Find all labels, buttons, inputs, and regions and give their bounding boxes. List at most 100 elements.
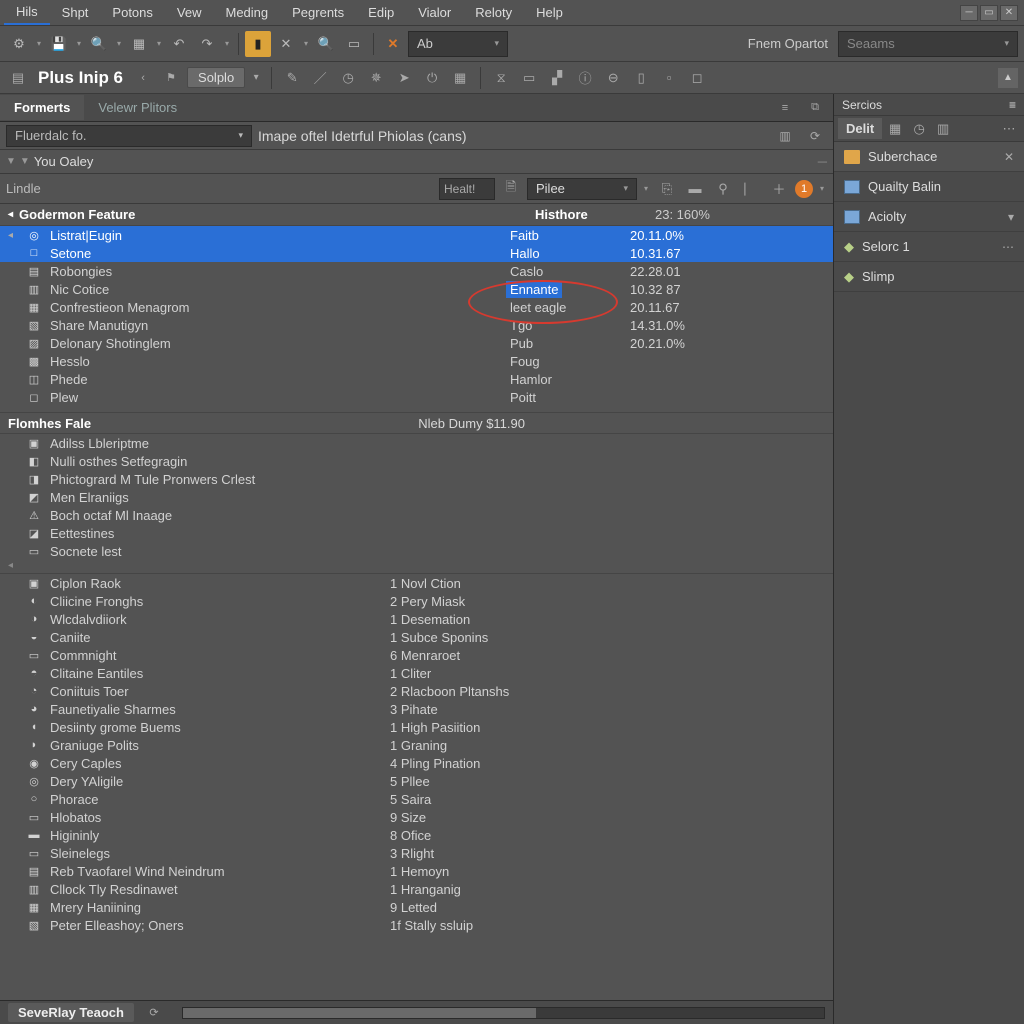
- collapse-tri2-icon[interactable]: ▼: [20, 156, 30, 167]
- notification-badge[interactable]: 1: [795, 180, 813, 198]
- list-item[interactable]: ◧Nulli osthes Setfegragin: [0, 452, 833, 470]
- pilee-dropdown[interactable]: ▾: [641, 176, 651, 202]
- list-item[interactable]: ▦Confrestieon Menagromleet eagle20.11.67: [0, 298, 833, 316]
- pen-icon[interactable]: ✎: [280, 66, 304, 90]
- tab-menu-icon[interactable]: ≡: [773, 96, 797, 120]
- list-item[interactable]: ◉Cery Caples4 Pling Pination: [0, 754, 833, 772]
- zoom-icon[interactable]: 🔍: [313, 31, 339, 57]
- gear-icon[interactable]: ⚙: [6, 31, 32, 57]
- search-combo[interactable]: Seaams▾: [838, 31, 1018, 57]
- phone-icon[interactable]: ▮: [245, 31, 271, 57]
- close-x-icon[interactable]: ✕: [380, 31, 406, 57]
- list-item[interactable]: ▣Ciplon Raok1 Novl Ction: [0, 574, 833, 592]
- wand-icon[interactable]: ✵: [364, 66, 388, 90]
- tab-formerts[interactable]: Formerts: [0, 95, 84, 120]
- doc-icon[interactable]: ▤: [6, 66, 30, 90]
- list-item[interactable]: ◨Phictogrard M Tule Pronwers Crlest: [0, 470, 833, 488]
- search-icon[interactable]: 🔍: [86, 31, 112, 57]
- copy-icon[interactable]: ⎘: [655, 177, 679, 201]
- list-item[interactable]: ◓Clitaine Eantiles1 Cliter: [0, 664, 833, 682]
- side-tab-icon3[interactable]: ▥: [932, 118, 954, 140]
- chevron-icon[interactable]: ‹: [131, 66, 155, 90]
- info-icon[interactable]: ⓘ: [573, 66, 597, 90]
- tab-velewr[interactable]: Velewr Plitors: [84, 95, 191, 120]
- side-item[interactable]: Quailty Balin: [834, 172, 1024, 202]
- maximize-button[interactable]: ▭: [980, 5, 998, 21]
- search-dropdown[interactable]: ▾: [114, 31, 124, 57]
- image-icon[interactable]: ▭: [341, 31, 367, 57]
- clock-icon[interactable]: ◷: [336, 66, 360, 90]
- calendar-dropdown[interactable]: ▾: [154, 31, 164, 57]
- list-item[interactable]: ◗Graniuge Polits1 Graning: [0, 736, 833, 754]
- list-item[interactable]: ▭Hlobatos9 Size: [0, 808, 833, 826]
- tab-link-icon[interactable]: ⧉: [803, 96, 827, 120]
- list-item[interactable]: ▧Peter Elleashoy; Oners1f Stally ssluip: [0, 916, 833, 934]
- side-item[interactable]: ◆Selorc 1⋯: [834, 232, 1024, 262]
- sub-header-end-icon[interactable]: ─: [818, 154, 827, 169]
- gear-dropdown[interactable]: ▾: [34, 31, 44, 57]
- close-icon[interactable]: ✕: [1004, 150, 1014, 164]
- type-combo[interactable]: Ab▾: [408, 31, 508, 57]
- panel-icon[interactable]: ▯: [629, 66, 653, 90]
- cut-dropdown[interactable]: ▾: [301, 31, 311, 57]
- more-icon[interactable]: ⋯: [1002, 240, 1014, 254]
- badge-dropdown[interactable]: ▾: [817, 176, 827, 202]
- monitor-icon[interactable]: ▭: [517, 66, 541, 90]
- page-icon[interactable]: ▫: [657, 66, 681, 90]
- collapse-button[interactable]: ▲: [998, 68, 1018, 88]
- chevron-down-icon[interactable]: ▾: [1008, 210, 1014, 224]
- list-item[interactable]: ▬Higininly8 Ofice: [0, 826, 833, 844]
- filter-action1-icon[interactable]: ▥: [773, 124, 797, 148]
- grid-icon[interactable]: ▦: [448, 66, 472, 90]
- pill-dropdown[interactable]: ▾: [249, 66, 263, 90]
- list-item[interactable]: □SetoneHallo10.31.67: [0, 244, 833, 262]
- list-item[interactable]: ▥Nic CoticeEnnante10.32 87: [0, 280, 833, 298]
- side-tab-overflow-icon[interactable]: ⋯: [998, 118, 1020, 140]
- section-a-header[interactable]: ◂ Godermon Feature Histhore 23: 160%: [0, 204, 833, 226]
- side-tab-icon1[interactable]: ▦: [884, 118, 906, 140]
- list-item[interactable]: ▤Reb Tvaofarel Wind Neindrum1 Hemoyn: [0, 862, 833, 880]
- menu-meding[interactable]: Meding: [213, 1, 280, 24]
- side-item[interactable]: Suberchace✕: [834, 142, 1024, 172]
- list-item[interactable]: ◑Wlcdalvdiiork1 Desemation: [0, 610, 833, 628]
- list-item[interactable]: ◩Men Elraniigs: [0, 488, 833, 506]
- list-item[interactable]: ◐Cliicine Fronghs2 Pery Miask: [0, 592, 833, 610]
- horizontal-scrollbar[interactable]: [182, 1007, 825, 1019]
- list-item[interactable]: ▤RobongiesCaslo22.28.01: [0, 262, 833, 280]
- brush-icon[interactable]: ／: [308, 66, 332, 90]
- list-item[interactable]: ◎Dery YAligile5 Pllee: [0, 772, 833, 790]
- folder-icon[interactable]: ▬: [683, 177, 707, 201]
- list-item[interactable]: ○Phorace5 Saira: [0, 790, 833, 808]
- list-item[interactable]: ◂◎Listrat|EuginFaitb20.11.0%: [0, 226, 833, 244]
- list-item[interactable]: ▧Share ManutigynTgo14.31.0%: [0, 316, 833, 334]
- tree-view[interactable]: ◂ Godermon Feature Histhore 23: 160% ◂◎L…: [0, 204, 833, 1000]
- list-item[interactable]: ▥Cllock Tly Resdinawet1 Hranganig: [0, 880, 833, 898]
- power-icon[interactable]: ⏻: [420, 66, 444, 90]
- mode-pill[interactable]: Solplo: [187, 67, 245, 88]
- menu-vialor[interactable]: Vialor: [406, 1, 463, 24]
- list-item[interactable]: ▭Sleinelegs3 Rlight: [0, 844, 833, 862]
- side-item[interactable]: Aciolty▾: [834, 202, 1024, 232]
- list-item[interactable]: ◖Desiinty grome Buems1 High Pasiition: [0, 718, 833, 736]
- status-refresh-icon[interactable]: ⟳: [142, 1001, 166, 1024]
- redo-dropdown[interactable]: ▾: [222, 31, 232, 57]
- menu-pegrents[interactable]: Pegrents: [280, 1, 356, 24]
- status-tab[interactable]: SeveRlay Teaoch: [8, 1003, 134, 1022]
- list-item[interactable]: ◪Eettestines: [0, 524, 833, 542]
- list-item[interactable]: ▭Commnight6 Menraroet: [0, 646, 833, 664]
- list-item[interactable]: ▭Socnete lest: [0, 542, 833, 560]
- hourglass-icon[interactable]: ⧖: [489, 66, 513, 90]
- menu-potons[interactable]: Potons: [100, 1, 164, 24]
- list-item[interactable]: ▩HessloFoug: [0, 352, 833, 370]
- add-icon[interactable]: ＋: [767, 177, 791, 201]
- section-b-header[interactable]: Flomhes Fale Nleb Dumy $11.90: [0, 412, 833, 434]
- side-tab-delit[interactable]: Delit: [838, 118, 882, 139]
- list-item[interactable]: ▨Delonary ShotinglemPub20.21.0%: [0, 334, 833, 352]
- redo-icon[interactable]: ↷: [194, 31, 220, 57]
- chart-icon[interactable]: ▞: [545, 66, 569, 90]
- list-item[interactable]: ▣Adilss Lbleriptme: [0, 434, 833, 452]
- section-c-header[interactable]: ◂: [0, 560, 833, 574]
- doc-new-icon[interactable]: 🗎: [499, 177, 523, 201]
- minimize-button[interactable]: ─: [960, 5, 978, 21]
- flag-icon[interactable]: ⚑: [159, 66, 183, 90]
